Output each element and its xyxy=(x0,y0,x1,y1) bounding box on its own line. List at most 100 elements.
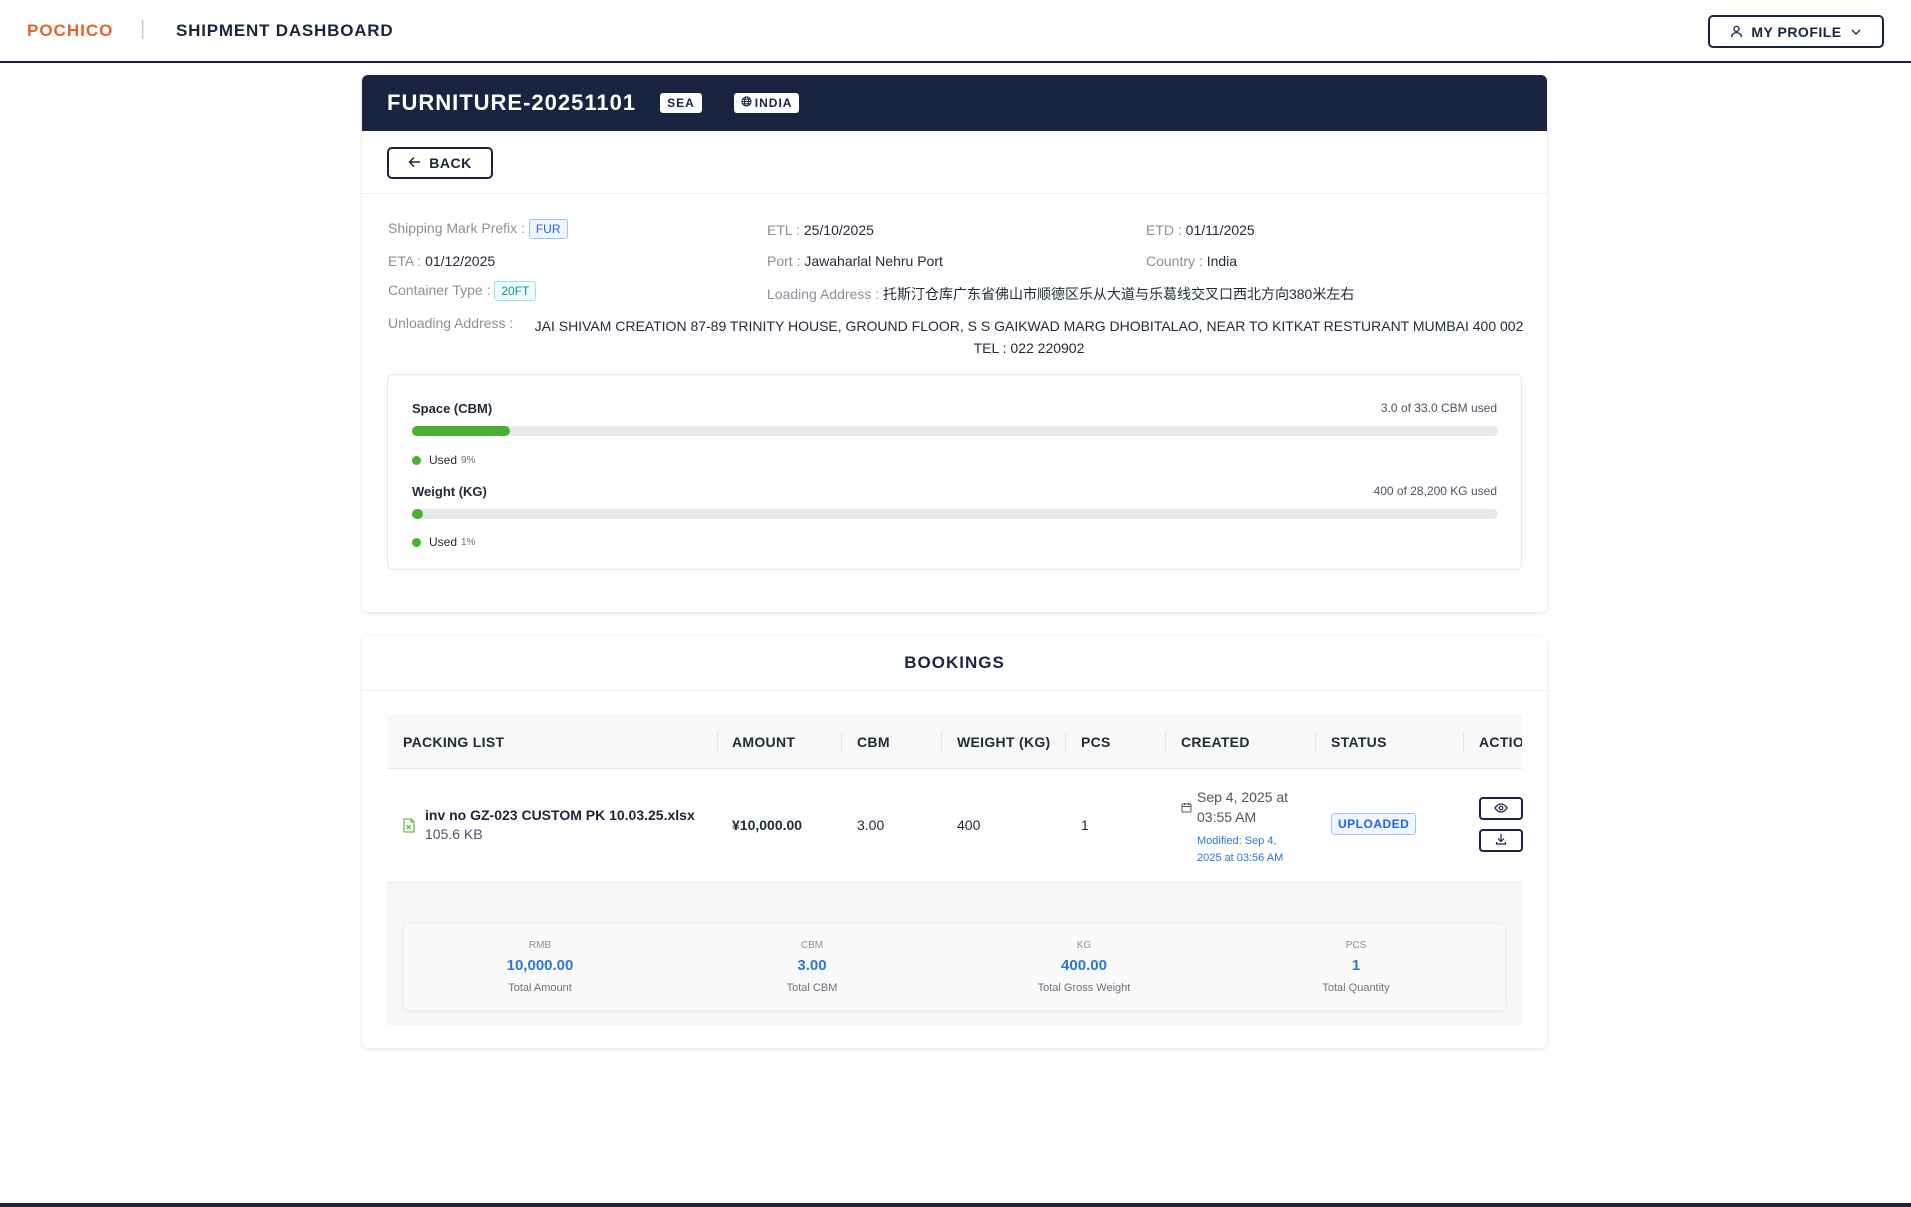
created-line2: 03:55 AM xyxy=(1197,809,1257,825)
port-value: Jawaharlal Nehru Port xyxy=(804,253,943,269)
col-divider xyxy=(1065,732,1066,752)
unloading-address-label-wrap: Unloading Address : xyxy=(388,315,513,331)
etl-label: ETL : xyxy=(767,222,800,238)
port-label: Port : xyxy=(767,253,801,269)
nav-title[interactable]: SHIPMENT DASHBOARD xyxy=(176,21,393,41)
space-legend-label: Used xyxy=(429,453,458,467)
country-field: Country : India xyxy=(1146,253,1237,269)
user-icon xyxy=(1730,25,1743,38)
packing-list-filename[interactable]: inv no GZ-023 CUSTOM PK 10.03.25.xlsx xyxy=(425,807,695,823)
total-amount-value: 10,000.00 xyxy=(506,957,574,974)
total-weight-unit: KG xyxy=(1076,940,1092,951)
brand-logo[interactable]: POCHICO xyxy=(27,21,113,41)
weight-title: Weight (KG) xyxy=(412,484,487,499)
col-status: STATUS xyxy=(1331,734,1387,750)
unloading-address-label: Unloading Address : xyxy=(388,315,514,331)
nav-separator: | xyxy=(140,18,146,40)
total-cbm: CBM 3.00 Total CBM xyxy=(676,924,948,1012)
table-row: inv no GZ-023 CUSTOM PK 10.03.25.xlsx 1 0… xyxy=(387,769,1523,883)
total-weight-value: 400.00 xyxy=(1061,957,1107,974)
country-tag-label: INDIA xyxy=(754,96,793,110)
total-quantity-unit: PCS xyxy=(1345,940,1367,951)
etd-value: 01/11/2025 xyxy=(1185,222,1255,238)
shipment-header: FURNITURE-20251101 SEA INDIA xyxy=(362,75,1547,131)
col-divider xyxy=(941,732,942,752)
col-pcs: PCS xyxy=(1081,734,1111,750)
total-amount-label: Total Amount xyxy=(508,982,572,994)
back-button[interactable]: BACK xyxy=(387,147,493,179)
eta-label: ETA : xyxy=(388,253,422,269)
pcs-cell: 1 xyxy=(1081,817,1089,833)
capacity-usage-panel: Space (CBM) 3.0 of 33.0 CBM used Used 9%… xyxy=(387,374,1522,570)
top-nav: POCHICO | SHIPMENT DASHBOARD MY PROFILE xyxy=(0,0,1911,63)
col-divider xyxy=(1463,732,1464,752)
unloading-address-value: JAI SHIVAM CREATION 87-89 TRINITY HOUSE,… xyxy=(534,315,1524,359)
etd-label: ETD : xyxy=(1146,222,1182,238)
col-weight: WEIGHT (KG) xyxy=(957,734,1051,750)
space-summary: 3.0 of 33.0 CBM used xyxy=(1380,401,1497,415)
view-button[interactable] xyxy=(1479,797,1523,820)
created-cell: Sep 4, 2025 at 03:55 AM xyxy=(1197,787,1317,827)
space-progress-fill xyxy=(412,426,510,436)
bottom-edge xyxy=(0,1203,1911,1207)
unloading-address-line2: TEL : 022 220902 xyxy=(973,340,1085,356)
bookings-card: BOOKINGS PACKING LIST AMOUNT CBM WEIGHT … xyxy=(362,636,1547,1048)
loading-address-field: Loading Address : 托斯汀仓库广东省佛山市顺德区乐从大道与乐葛线… xyxy=(767,284,1354,304)
totals-section: RMB 10,000.00 Total Amount CBM 3.00 Tota… xyxy=(387,883,1522,1025)
loading-address-label: Loading Address : xyxy=(767,286,880,302)
calendar-icon xyxy=(1181,800,1192,816)
eta-value: 01/12/2025 xyxy=(425,253,496,269)
shipment-detail-card: FURNITURE-20251101 SEA INDIA BACK Shippi… xyxy=(362,75,1547,612)
cbm-cell: 3.00 xyxy=(857,817,885,833)
col-divider xyxy=(1315,732,1316,752)
my-profile-button[interactable]: MY PROFILE xyxy=(1708,15,1884,48)
col-divider xyxy=(841,732,842,752)
unloading-address-line1: JAI SHIVAM CREATION 87-89 TRINITY HOUSE,… xyxy=(534,318,1524,334)
total-cbm-unit: CBM xyxy=(800,940,824,951)
weight-progress-fill xyxy=(412,509,423,519)
container-type-field: Container Type : 20FT xyxy=(388,281,537,301)
total-amount: RMB 10,000.00 Total Amount xyxy=(404,924,676,1012)
back-label: BACK xyxy=(429,155,472,171)
space-legend-dot xyxy=(412,455,421,465)
col-amount: AMOUNT xyxy=(732,734,796,750)
space-progress-bar xyxy=(412,426,1498,436)
country-value: India xyxy=(1206,253,1238,269)
eta-field: ETA : 01/12/2025 xyxy=(388,253,495,269)
eye-icon xyxy=(1494,801,1508,816)
weight-percent: 1% xyxy=(461,536,476,548)
total-cbm-value: 3.00 xyxy=(797,957,827,974)
download-button[interactable] xyxy=(1479,829,1523,852)
col-divider xyxy=(717,732,718,752)
total-weight-label: Total Gross Weight xyxy=(1037,982,1131,994)
weight-legend: Used 1% xyxy=(412,535,475,549)
download-icon xyxy=(1495,833,1507,848)
container-type-label: Container Type : xyxy=(388,282,491,298)
total-amount-unit: RMB xyxy=(528,940,552,951)
col-actions: ACTIO xyxy=(1479,734,1522,750)
status-badge: UPLOADED xyxy=(1331,813,1417,835)
weight-summary: 400 of 28,200 KG used xyxy=(1373,484,1497,498)
excel-file-icon xyxy=(403,818,415,836)
col-divider xyxy=(1165,732,1166,752)
country-label: Country : xyxy=(1146,253,1203,269)
etl-value: 25/10/2025 xyxy=(803,222,874,238)
weight-legend-label: Used xyxy=(429,535,458,549)
weight-cell: 400 xyxy=(957,817,981,833)
created-line1: Sep 4, 2025 at xyxy=(1197,789,1289,805)
port-field: Port : Jawaharlal Nehru Port xyxy=(767,253,943,269)
shipping-mark-label: Shipping Mark Prefix : xyxy=(388,220,525,236)
modified-line2: 2025 at 03:56 AM xyxy=(1197,852,1284,864)
col-packing-list: PACKING LIST xyxy=(403,734,505,750)
col-created: CREATED xyxy=(1181,734,1250,750)
table-header: PACKING LIST AMOUNT CBM WEIGHT (KG) PCS … xyxy=(387,715,1522,769)
shipping-mark-field: Shipping Mark Prefix : FUR xyxy=(388,219,568,239)
total-quantity-value: 1 xyxy=(1351,957,1361,974)
amount-cell: ¥10,000.00 xyxy=(732,817,803,833)
shipping-mark-badge: FUR xyxy=(528,219,568,239)
etd-field: ETD : 01/11/2025 xyxy=(1146,222,1255,238)
col-cbm: CBM xyxy=(857,734,890,750)
mode-tag: SEA xyxy=(660,93,702,113)
modified-line1: Modified: Sep 4, xyxy=(1197,835,1277,847)
bookings-table: PACKING LIST AMOUNT CBM WEIGHT (KG) PCS … xyxy=(387,715,1523,1025)
